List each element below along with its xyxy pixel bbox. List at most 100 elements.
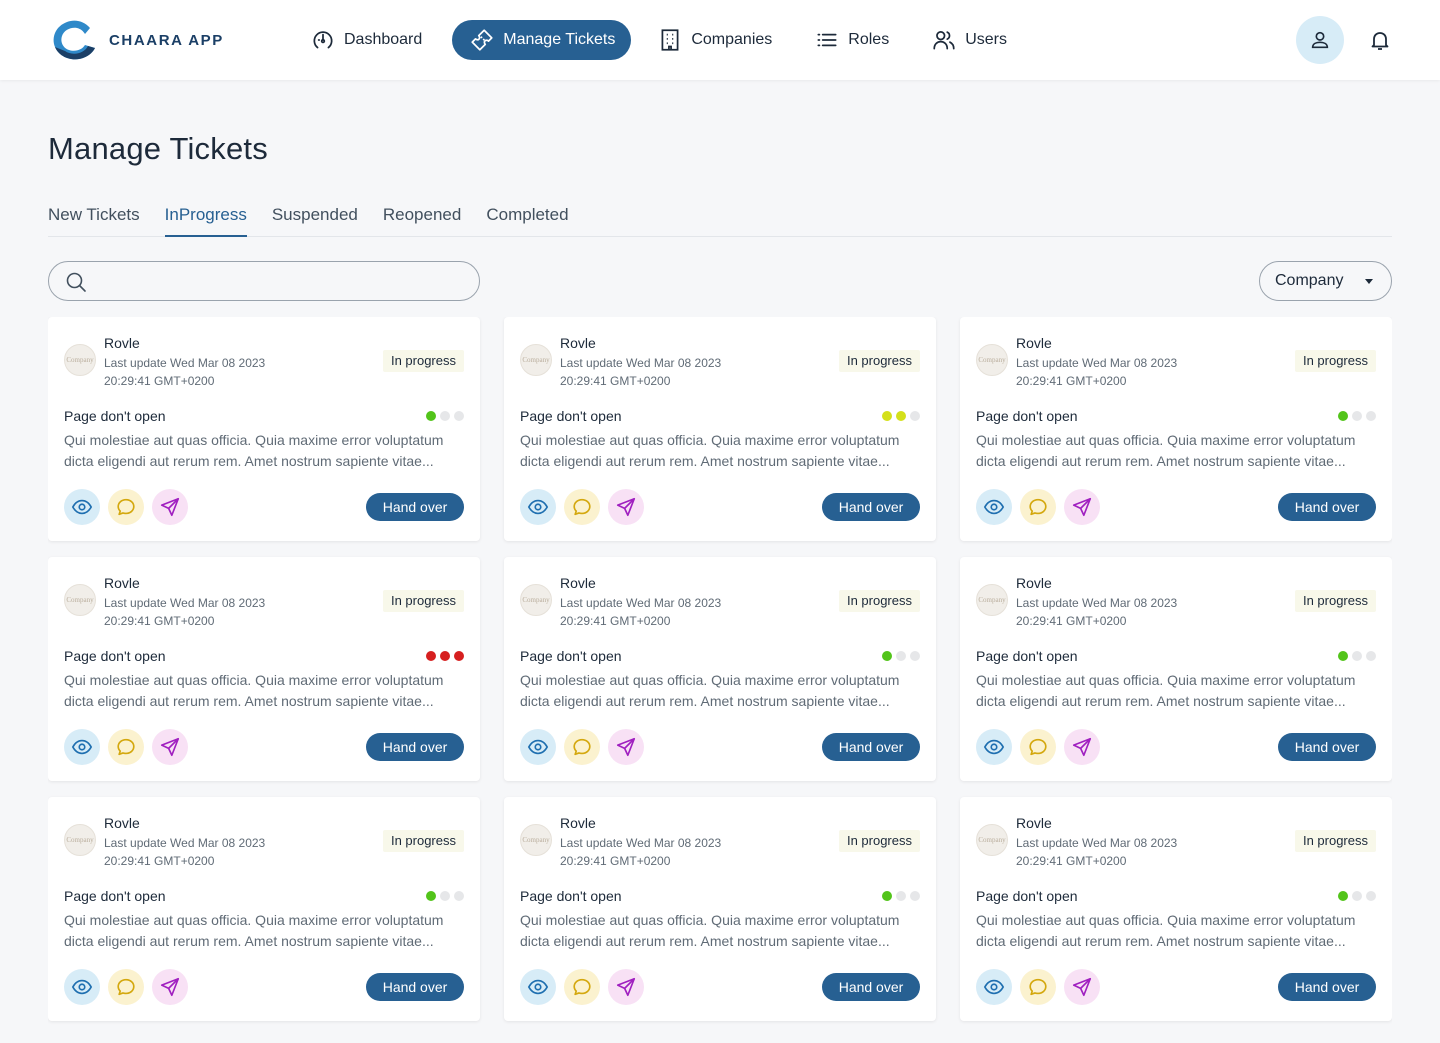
- eye-icon: [527, 976, 549, 998]
- hand-over-button[interactable]: Hand over: [1278, 733, 1376, 761]
- priority-dot: [910, 411, 920, 421]
- send-button[interactable]: [152, 489, 188, 525]
- hand-over-button[interactable]: Hand over: [822, 733, 920, 761]
- priority-dot: [454, 891, 464, 901]
- last-update-time: 20:29:41 GMT+0200: [1016, 374, 1127, 388]
- status-badge: In progress: [1294, 350, 1376, 372]
- nav-companies[interactable]: Companies: [645, 20, 784, 60]
- comment-button[interactable]: [564, 729, 600, 765]
- ticket-card[interactable]: Company Rovle Last update Wed Mar 08 2023 2…: [960, 797, 1392, 1021]
- tickets-grid: Company Rovle Last update Wed Mar 08 2023 2…: [48, 317, 1392, 1043]
- send-button[interactable]: [608, 969, 644, 1005]
- last-update-time: 20:29:41 GMT+0200: [560, 854, 671, 868]
- hand-over-button[interactable]: Hand over: [822, 973, 920, 1001]
- send-button[interactable]: [152, 969, 188, 1005]
- nav-manage-tickets[interactable]: Manage Tickets: [452, 20, 632, 60]
- view-button[interactable]: [976, 489, 1012, 525]
- company-name: Rovle: [560, 575, 596, 591]
- comment-button[interactable]: [108, 729, 144, 765]
- view-button[interactable]: [976, 729, 1012, 765]
- send-button[interactable]: [1064, 969, 1100, 1005]
- company-filter-select[interactable]: Company: [1259, 261, 1392, 301]
- company-name: Rovle: [1016, 335, 1052, 351]
- ticket-card[interactable]: Company Rovle Last update Wed Mar 08 2023 2…: [504, 797, 936, 1021]
- company-logo-text: Company: [522, 596, 550, 604]
- user-profile-button[interactable]: [1296, 16, 1344, 64]
- priority-dot: [1338, 411, 1348, 421]
- search-input[interactable]: [97, 268, 467, 294]
- tab-suspended[interactable]: Suspended: [272, 203, 358, 237]
- tab-completed[interactable]: Completed: [486, 203, 568, 237]
- logo-icon: [53, 20, 95, 60]
- ticket-card[interactable]: Company Rovle Last update Wed Mar 08 2023 2…: [48, 317, 480, 541]
- ticket-card[interactable]: Company Rovle Last update Wed Mar 08 2023 2…: [48, 797, 480, 1021]
- priority-indicator: [878, 891, 920, 901]
- priority-indicator: [422, 411, 464, 421]
- tab-inprogress[interactable]: InProgress: [164, 203, 247, 237]
- app-logo[interactable]: CHAARA APP: [48, 18, 224, 62]
- comment-button[interactable]: [108, 969, 144, 1005]
- send-button[interactable]: [1064, 489, 1100, 525]
- chat-bubble-icon: [115, 976, 137, 998]
- last-update-date: Last update Wed Mar 08 2023: [1016, 836, 1178, 850]
- company-logo-text: Company: [522, 356, 550, 364]
- main-nav: Dashboard Manage Tickets Companies Roles…: [298, 20, 1037, 60]
- view-button[interactable]: [520, 969, 556, 1005]
- send-button[interactable]: [152, 729, 188, 765]
- company-name: Rovle: [560, 335, 596, 351]
- view-button[interactable]: [976, 969, 1012, 1005]
- company-logo-thumb: Company: [520, 824, 552, 856]
- view-button[interactable]: [520, 489, 556, 525]
- priority-dot: [426, 891, 436, 901]
- company-name: Rovle: [1016, 815, 1052, 831]
- ticket-description: Qui molestiae aut quas officia. Quia max…: [976, 912, 1356, 949]
- nav-roles[interactable]: Roles: [802, 20, 901, 60]
- app-name: CHAARA APP: [109, 31, 224, 49]
- hand-over-button[interactable]: Hand over: [366, 973, 464, 1001]
- ticket-description: Qui molestiae aut quas officia. Quia max…: [64, 432, 444, 469]
- hand-over-button[interactable]: Hand over: [366, 493, 464, 521]
- send-button[interactable]: [1064, 729, 1100, 765]
- view-button[interactable]: [64, 729, 100, 765]
- ticket-card[interactable]: Company Rovle Last update Wed Mar 08 2023 2…: [504, 317, 936, 541]
- nav-users[interactable]: Users: [919, 20, 1019, 60]
- comment-button[interactable]: [1020, 729, 1056, 765]
- hand-over-button[interactable]: Hand over: [1278, 493, 1376, 521]
- bell-icon: [1371, 32, 1389, 50]
- hand-over-button[interactable]: Hand over: [366, 733, 464, 761]
- view-button[interactable]: [64, 489, 100, 525]
- send-button[interactable]: [608, 489, 644, 525]
- search-icon: [66, 272, 86, 292]
- page-title: Manage Tickets: [48, 131, 268, 166]
- view-button[interactable]: [520, 729, 556, 765]
- hand-over-button[interactable]: Hand over: [1278, 973, 1376, 1001]
- nav-label: Companies: [691, 31, 773, 48]
- chat-bubble-icon: [571, 496, 593, 518]
- comment-button[interactable]: [564, 969, 600, 1005]
- comment-button[interactable]: [108, 489, 144, 525]
- comment-button[interactable]: [1020, 969, 1056, 1005]
- ticket-card[interactable]: Company Rovle Last update Wed Mar 08 2023 2…: [960, 317, 1392, 541]
- last-update-time: 20:29:41 GMT+0200: [104, 374, 215, 388]
- comment-button[interactable]: [564, 489, 600, 525]
- priority-dot: [910, 891, 920, 901]
- view-button[interactable]: [64, 969, 100, 1005]
- ticket-subject: Page don't open: [520, 888, 622, 904]
- tab-reopened[interactable]: Reopened: [383, 203, 461, 237]
- priority-dot: [426, 651, 436, 661]
- ticket-card[interactable]: Company Rovle Last update Wed Mar 08 2023 2…: [504, 557, 936, 781]
- chat-bubble-icon: [571, 976, 593, 998]
- eye-icon: [983, 496, 1005, 518]
- nav-dashboard[interactable]: Dashboard: [298, 20, 434, 60]
- notifications-button[interactable]: [1366, 26, 1394, 54]
- comment-button[interactable]: [1020, 489, 1056, 525]
- tab-new-tickets[interactable]: New Tickets: [48, 203, 140, 237]
- send-button[interactable]: [608, 729, 644, 765]
- ticket-card[interactable]: Company Rovle Last update Wed Mar 08 2023 2…: [48, 557, 480, 781]
- hand-over-button[interactable]: Hand over: [822, 493, 920, 521]
- status-badge: In progress: [382, 350, 464, 372]
- ticket-card[interactable]: Company Rovle Last update Wed Mar 08 2023 2…: [960, 557, 1392, 781]
- search-box: [48, 261, 480, 301]
- priority-indicator: [1334, 411, 1376, 421]
- priority-dot: [1366, 891, 1376, 901]
